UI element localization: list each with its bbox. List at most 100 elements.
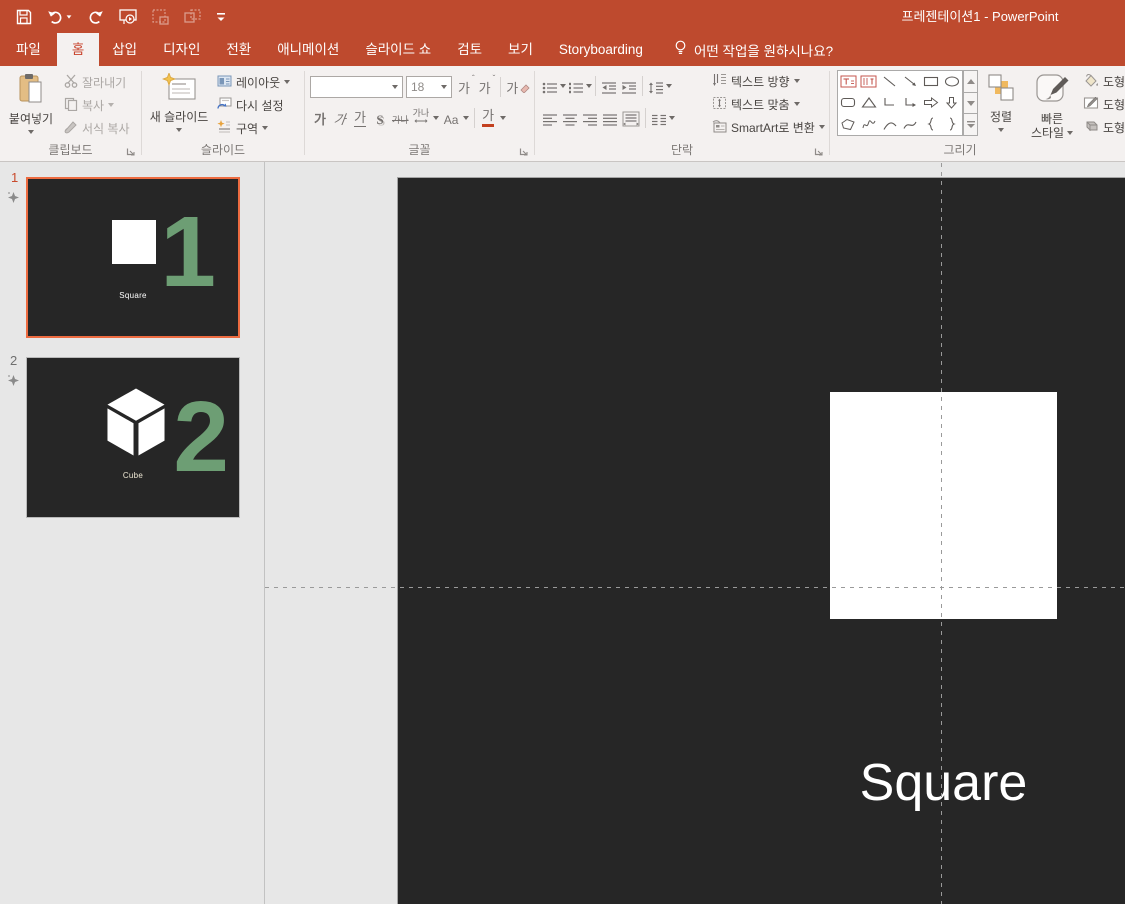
new-slide-dropdown-caret[interactable]	[176, 128, 182, 132]
format-painter-button[interactable]: 서식 복사	[62, 117, 132, 139]
section-dropdown-caret[interactable]	[262, 126, 269, 130]
vertical-guide[interactable]	[941, 163, 942, 904]
character-spacing-button[interactable]: 가나	[411, 106, 432, 130]
slide-1-animation-star-icon[interactable]	[7, 191, 20, 209]
decrease-indent-button[interactable]	[599, 74, 619, 98]
justify-button[interactable]	[600, 106, 620, 130]
right-arrow-shape-icon[interactable]	[921, 92, 942, 113]
shapes-gallery-scrollbar[interactable]	[963, 70, 978, 137]
freeform-shape-icon[interactable]	[838, 114, 859, 135]
slide-2-thumbnail[interactable]: 2 Cube	[26, 357, 240, 518]
tab-insert[interactable]: 삽입	[99, 33, 150, 66]
tab-design[interactable]: 디자인	[150, 33, 213, 66]
slide-2-animation-star-icon[interactable]	[7, 374, 20, 392]
font-size-combo[interactable]: 18	[406, 76, 452, 98]
spacing-caret[interactable]	[433, 116, 440, 120]
elbow-arrow-connector-icon[interactable]	[900, 92, 921, 113]
gallery-scroll-down-icon[interactable]	[963, 92, 978, 115]
line-spacing-button[interactable]	[646, 74, 666, 98]
down-arrow-shape-icon[interactable]	[941, 92, 962, 113]
change-case-caret[interactable]	[463, 116, 470, 120]
square-shape-text[interactable]: Square	[830, 753, 1057, 813]
text-box-icon[interactable]	[838, 71, 859, 92]
rectangle-shape-icon[interactable]	[921, 71, 942, 92]
slide-thumbnail-panel[interactable]: 1 1 Square 2 2 Cube	[0, 162, 264, 904]
arrow-shape-icon[interactable]	[900, 71, 921, 92]
tab-slide-show[interactable]: 슬라이드 쇼	[352, 33, 444, 66]
align-left-button[interactable]	[540, 106, 560, 130]
reset-button[interactable]: 다시 설정	[215, 94, 292, 116]
italic-button[interactable]: 가	[328, 106, 351, 130]
left-brace-shape-icon[interactable]	[921, 114, 942, 135]
tab-storyboarding[interactable]: Storyboarding	[546, 33, 656, 66]
paste-dropdown-caret[interactable]	[28, 130, 34, 134]
tab-file[interactable]: 파일	[0, 33, 57, 66]
bold-button[interactable]: 가	[310, 106, 330, 130]
shape-effects-button[interactable]: 도형 효	[1058, 116, 1125, 138]
rounded-rectangle-shape-icon[interactable]	[838, 92, 859, 113]
new-slide-button[interactable]: 새 슬라이드	[150, 69, 208, 151]
shape-outline-button[interactable]: 도형 윤	[1058, 93, 1125, 115]
square-shape[interactable]	[830, 392, 1057, 619]
slide-canvas[interactable]: Square	[397, 177, 1125, 904]
underline-button[interactable]: 가	[350, 106, 370, 130]
align-right-button[interactable]	[580, 106, 600, 130]
strikethrough-button[interactable]: 가나	[390, 106, 411, 130]
undo-icon[interactable]	[47, 9, 72, 24]
tab-view[interactable]: 보기	[495, 33, 546, 66]
increase-indent-button[interactable]	[619, 74, 639, 98]
font-color-caret[interactable]	[500, 116, 507, 120]
distribute-button[interactable]	[620, 106, 642, 130]
shapes-gallery[interactable]	[837, 70, 963, 136]
shrink-font-button[interactable]: 가ˇ	[477, 75, 498, 99]
columns-button[interactable]	[649, 106, 669, 130]
line-shape-icon[interactable]	[879, 71, 900, 92]
triangle-shape-icon[interactable]	[859, 92, 880, 113]
layout-dropdown-caret[interactable]	[284, 80, 291, 84]
right-brace-shape-icon[interactable]	[941, 114, 962, 135]
font-dialog-launcher-icon[interactable]	[519, 146, 529, 156]
font-color-button[interactable]: 가	[478, 106, 498, 130]
change-case-button[interactable]: Aa	[441, 106, 461, 130]
clear-formatting-button[interactable]: 가	[504, 75, 532, 99]
arrange-caret[interactable]	[998, 128, 1004, 132]
paste-button[interactable]: 붙여넣기	[2, 69, 60, 151]
gallery-more-icon[interactable]	[963, 114, 978, 137]
align-center-button[interactable]	[560, 106, 580, 130]
numbering-caret[interactable]	[586, 84, 592, 88]
layout-button[interactable]: 레이아웃	[215, 71, 292, 93]
clipboard-dialog-launcher-icon[interactable]	[126, 146, 136, 156]
align-text-button[interactable]: 텍스트 맞춤	[710, 93, 827, 115]
paragraph-dialog-launcher-icon[interactable]	[814, 146, 824, 156]
section-button[interactable]: 구역	[215, 117, 292, 139]
text-direction-caret[interactable]	[793, 79, 800, 83]
horizontal-guide[interactable]	[265, 587, 1125, 588]
tab-review[interactable]: 검토	[444, 33, 495, 66]
line-spacing-caret[interactable]	[666, 84, 672, 88]
font-size-caret[interactable]	[441, 85, 447, 89]
gallery-scroll-up-icon[interactable]	[963, 70, 978, 93]
smartart-caret[interactable]	[818, 125, 825, 129]
oval-shape-icon[interactable]	[941, 71, 962, 92]
convert-smartart-button[interactable]: SmartArt로 변환	[710, 116, 827, 138]
start-slideshow-icon[interactable]	[119, 8, 137, 25]
slide-1-thumbnail[interactable]: 1 Square	[26, 177, 240, 338]
redo-icon[interactable]	[87, 9, 104, 24]
text-shadow-button[interactable]: S	[370, 106, 390, 130]
arc-shape-icon[interactable]	[879, 114, 900, 135]
font-name-combo[interactable]	[310, 76, 403, 98]
slide-editing-area[interactable]: Square	[265, 162, 1125, 904]
tab-animations[interactable]: 애니메이션	[264, 33, 352, 66]
tab-transitions[interactable]: 전환	[213, 33, 264, 66]
columns-caret[interactable]	[669, 116, 675, 120]
font-name-caret[interactable]	[392, 85, 398, 89]
copy-dropdown-caret[interactable]	[108, 103, 115, 107]
numbering-button[interactable]	[566, 74, 586, 98]
undo-dropdown-caret[interactable]	[66, 14, 72, 19]
tell-me-box[interactable]: 어떤 작업을 원하시나요?	[674, 33, 833, 66]
elbow-connector-icon[interactable]	[879, 92, 900, 113]
save-icon[interactable]	[16, 9, 32, 25]
shape-fill-button[interactable]: 도형 채	[1058, 70, 1125, 92]
arrange-button[interactable]: 정렬	[978, 69, 1024, 151]
vertical-text-box-icon[interactable]	[859, 71, 880, 92]
